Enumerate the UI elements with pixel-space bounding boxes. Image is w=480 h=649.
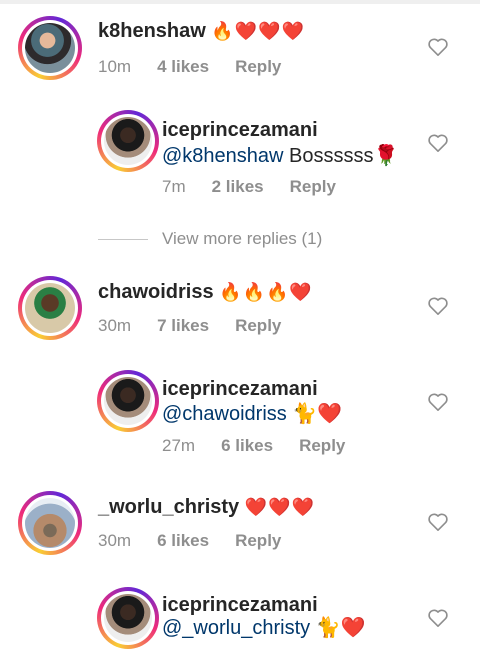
profile-photo <box>104 377 152 425</box>
avatar[interactable] <box>97 370 159 432</box>
username[interactable]: iceprincezamani <box>162 594 318 616</box>
likes-count[interactable]: 2 likes <box>212 177 264 196</box>
comment-text-line: _worlu_christy ❤️❤️❤️ <box>98 496 315 519</box>
reply-button[interactable]: Reply <box>235 531 281 550</box>
profile-photo <box>25 283 75 333</box>
heart-outline-icon[interactable] <box>427 392 449 412</box>
avatar[interactable] <box>18 491 82 555</box>
comment-meta: 30m 7 likes Reply <box>98 316 307 336</box>
top-divider <box>0 0 480 4</box>
username[interactable]: _worlu_christy <box>98 496 239 518</box>
profile-photo <box>25 23 75 73</box>
timestamp: 27m <box>162 436 196 455</box>
likes-count[interactable]: 4 likes <box>157 57 209 76</box>
likes-count[interactable]: 6 likes <box>157 531 209 550</box>
avatar[interactable] <box>97 587 159 649</box>
timestamp: 10m <box>98 57 132 76</box>
heart-outline-icon[interactable] <box>427 37 449 57</box>
reply-text-line: @chawoidriss 🐈❤️ <box>162 401 342 426</box>
heart-outline-icon[interactable] <box>427 512 449 532</box>
timestamp: 7m <box>162 177 186 196</box>
likes-count[interactable]: 7 likes <box>157 316 209 335</box>
view-more-label: View more replies (1) <box>162 229 323 248</box>
heart-outline-icon[interactable] <box>427 133 449 153</box>
likes-count[interactable]: 6 likes <box>221 436 273 455</box>
comment-text: 🔥❤️❤️❤️ <box>211 21 306 41</box>
reply-text-line: @_worlu_christy 🐈❤️ <box>162 615 366 640</box>
mention-link[interactable]: @chawoidriss <box>162 403 287 425</box>
reply-text: 🐈❤️ <box>286 403 343 425</box>
reply-button[interactable]: Reply <box>235 316 281 335</box>
comment-text-line: chawoidriss 🔥🔥🔥❤️ <box>98 281 313 304</box>
comment-text: ❤️❤️❤️ <box>244 497 315 517</box>
comment-text: 🔥🔥🔥❤️ <box>219 282 313 302</box>
avatar[interactable] <box>97 110 159 172</box>
heart-outline-icon[interactable] <box>427 296 449 316</box>
reply-text: Bossssss🌹 <box>283 145 399 167</box>
username[interactable]: iceprincezamani <box>162 119 318 141</box>
avatar[interactable] <box>18 276 82 340</box>
profile-photo <box>25 498 75 548</box>
comment-meta: 30m 6 likes Reply <box>98 531 307 551</box>
username[interactable]: k8henshaw <box>98 20 206 42</box>
reply-text-line: @k8henshaw Bossssss🌹 <box>162 143 398 168</box>
profile-photo <box>104 117 152 165</box>
comment-text-line: k8henshaw 🔥❤️❤️❤️ <box>98 20 305 43</box>
reply-meta: 7m 2 likes Reply <box>162 177 362 197</box>
comment-meta: 10m 4 likes Reply <box>98 57 307 77</box>
avatar[interactable] <box>18 16 82 80</box>
reply-username-line: iceprincezamani <box>162 119 318 142</box>
timestamp: 30m <box>98 316 132 335</box>
view-more-replies[interactable]: View more replies (1) <box>98 229 322 249</box>
profile-photo <box>104 594 152 642</box>
reply-button[interactable]: Reply <box>235 57 281 76</box>
timestamp: 30m <box>98 531 132 550</box>
reply-button[interactable]: Reply <box>290 177 336 196</box>
username[interactable]: chawoidriss <box>98 281 214 303</box>
reply-meta: 27m 6 likes Reply <box>162 436 371 456</box>
mention-link[interactable]: @k8henshaw <box>162 145 283 167</box>
reply-button[interactable]: Reply <box>299 436 345 455</box>
reply-username-line: iceprincezamani <box>162 594 318 617</box>
divider-line <box>98 239 148 241</box>
heart-outline-icon[interactable] <box>427 608 449 628</box>
reply-username-line: iceprincezamani <box>162 378 318 401</box>
username[interactable]: iceprincezamani <box>162 378 318 400</box>
